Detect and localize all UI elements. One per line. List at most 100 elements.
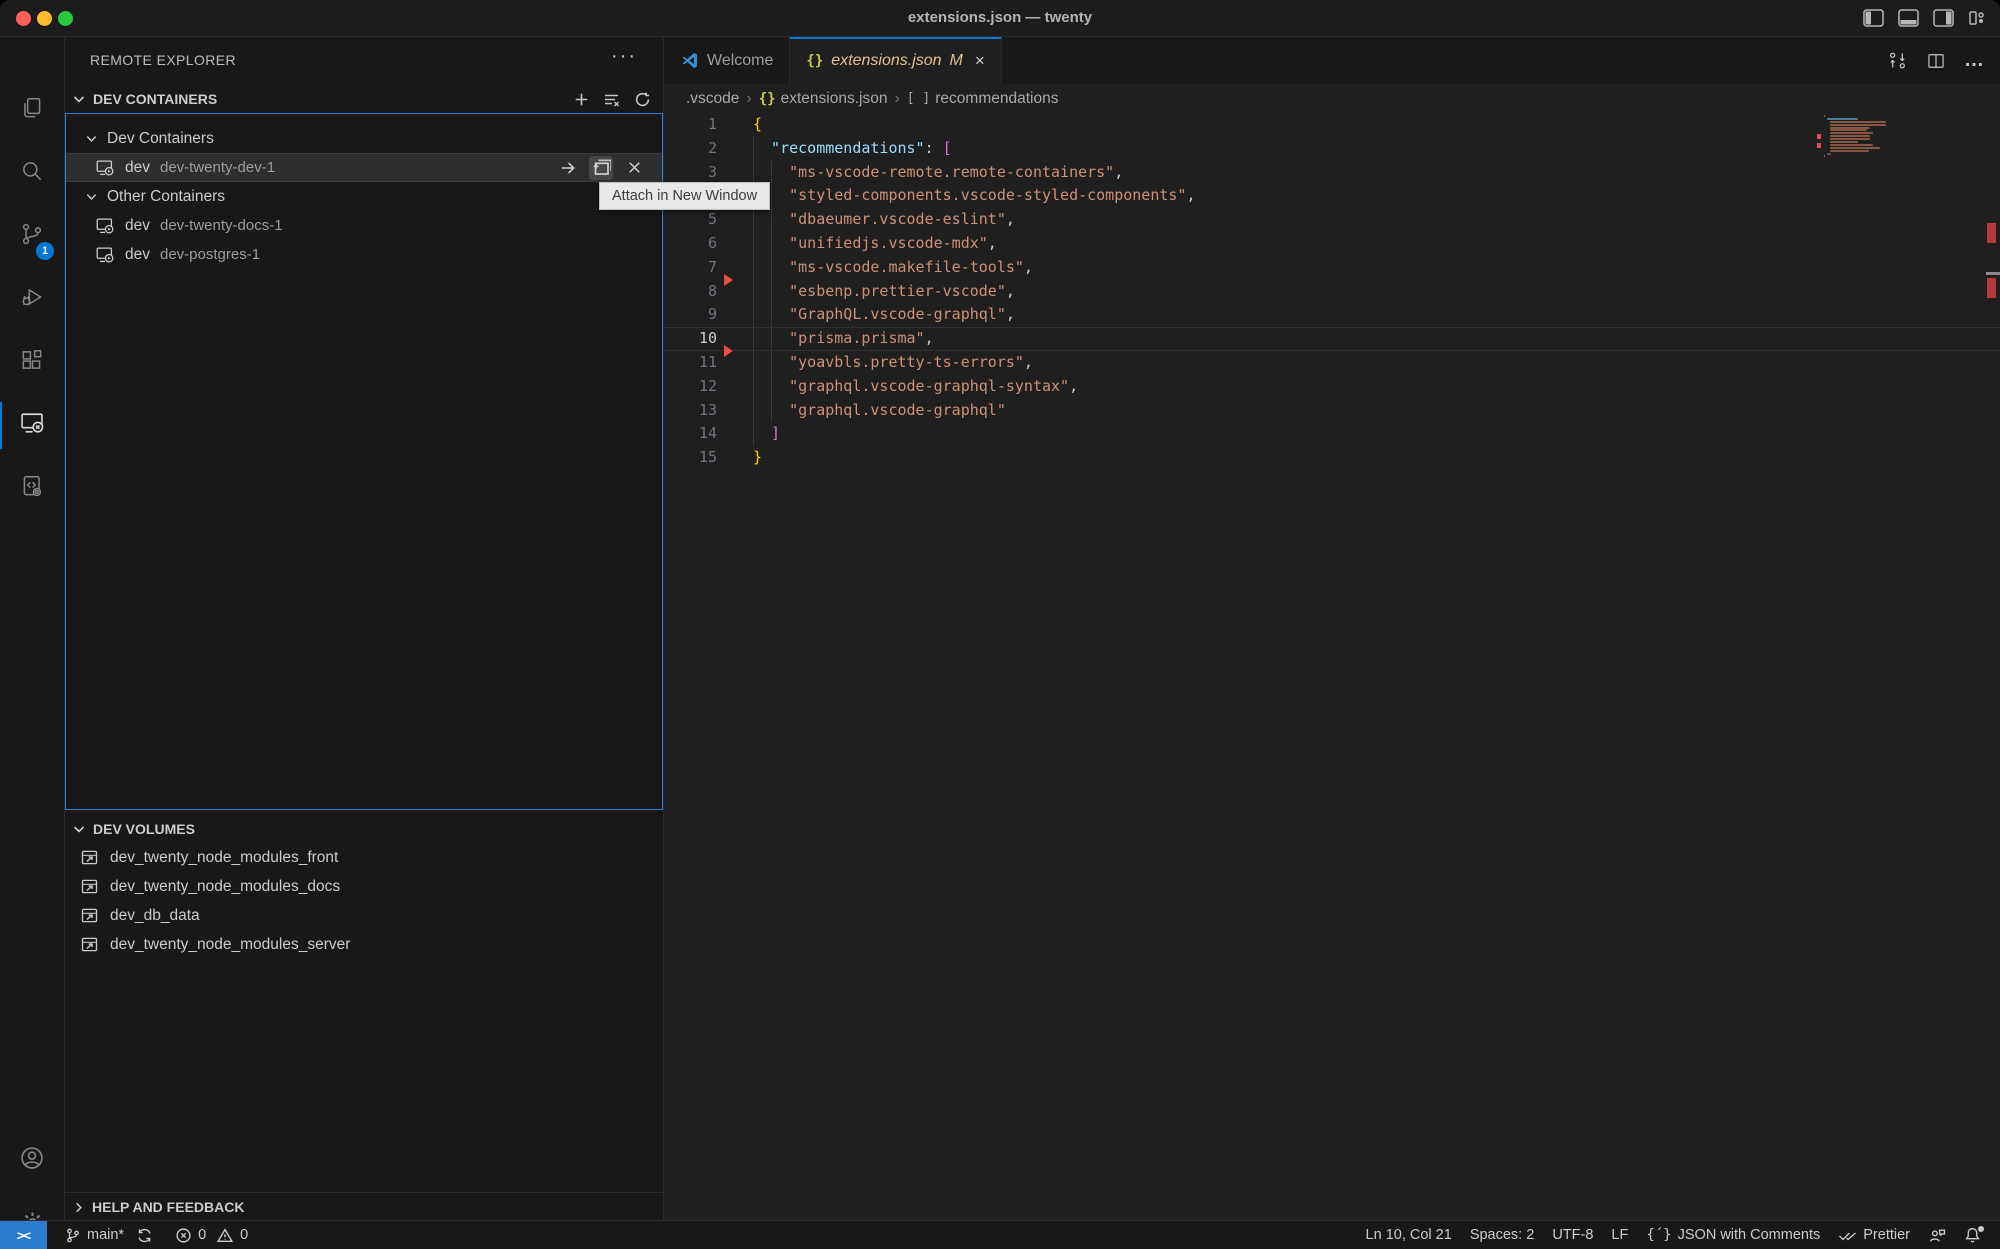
json-mode-icon: {´} bbox=[1646, 1227, 1671, 1243]
toggle-secondary-sidebar-icon[interactable] bbox=[1933, 9, 1954, 27]
line-number: 1 bbox=[664, 113, 717, 137]
container-icon bbox=[94, 244, 116, 266]
scm-changes-badge: 1 bbox=[36, 242, 54, 260]
volume-item[interactable]: dev_twenty_node_modules_docs bbox=[65, 872, 663, 901]
remote-explorer-panel: REMOTE EXPLORER ··· DEV CONTAINERS Dev C… bbox=[65, 37, 664, 1221]
container-item-dev-twenty-dev-1[interactable]: dev dev-twenty-dev-1 bbox=[66, 153, 662, 182]
chevron-right-icon bbox=[71, 1200, 86, 1215]
dev-volume-icon bbox=[79, 934, 100, 955]
code-line-11[interactable]: 11"yoavbls.pretty-ts-errors", bbox=[664, 351, 2000, 375]
toggle-panel-icon[interactable] bbox=[1898, 9, 1919, 27]
code-line-14[interactable]: 14] bbox=[664, 422, 2000, 446]
line-number: 15 bbox=[664, 446, 717, 470]
remote-explorer-icon bbox=[18, 409, 46, 442]
breadcrumb: .vscode › {} extensions.json › [ ] recom… bbox=[664, 84, 2000, 113]
split-editor-icon[interactable] bbox=[1926, 51, 1946, 71]
tree-group-other-containers[interactable]: Other Containers bbox=[66, 182, 662, 211]
dev-containers-tree: Dev Containers dev dev-twenty-dev-1 Othe… bbox=[65, 113, 663, 810]
refresh-icon[interactable] bbox=[634, 91, 651, 108]
overview-ruler[interactable] bbox=[1986, 113, 2000, 1221]
breadcrumb-folder[interactable]: .vscode bbox=[686, 90, 739, 108]
account-button[interactable] bbox=[0, 1129, 64, 1192]
sync-icon[interactable] bbox=[136, 1227, 153, 1244]
breadcrumb-symbol[interactable]: recommendations bbox=[935, 90, 1058, 108]
code-line-4[interactable]: 4"styled-components.vscode-styled-compon… bbox=[664, 184, 2000, 208]
new-container-icon[interactable] bbox=[573, 91, 590, 108]
attach-new-window-icon[interactable] bbox=[589, 156, 613, 180]
sidebar-item-remote-explorer[interactable] bbox=[0, 394, 64, 457]
sidebar-item-run-debug[interactable] bbox=[0, 268, 64, 331]
minimap[interactable] bbox=[1824, 115, 1886, 158]
notification-dot bbox=[1978, 1226, 1984, 1232]
sidebar-more-actions-icon[interactable]: ··· bbox=[611, 45, 637, 68]
customize-layout-icon[interactable] bbox=[1968, 9, 1986, 27]
sidebar-title: REMOTE EXPLORER bbox=[90, 52, 236, 68]
encoding[interactable]: UTF-8 bbox=[1543, 1221, 1602, 1249]
sidebar-item-extensions[interactable] bbox=[0, 331, 64, 394]
code-line-12[interactable]: 12"graphql.vscode-graphql-syntax", bbox=[664, 375, 2000, 399]
open-changes-icon[interactable] bbox=[1887, 50, 1908, 71]
volume-item[interactable]: dev_db_data bbox=[65, 901, 663, 930]
code-line-7[interactable]: 7"ms-vscode.makefile-tools", bbox=[664, 256, 2000, 280]
code-line-10[interactable]: 10"prisma.prisma", bbox=[664, 327, 2000, 351]
vscode-window: extensions.json — twenty 1 bbox=[0, 0, 2000, 1249]
container-running-icon bbox=[94, 157, 116, 179]
section-help-feedback[interactable]: HELP AND FEEDBACK bbox=[65, 1192, 663, 1221]
container-item-dev-twenty-docs-1[interactable]: dev dev-twenty-docs-1 bbox=[66, 211, 662, 240]
indentation[interactable]: Spaces: 2 bbox=[1461, 1221, 1544, 1249]
sidebar-item-search[interactable] bbox=[0, 142, 64, 205]
git-branch-item[interactable]: main* bbox=[56, 1221, 162, 1249]
sidebar-item-container-tools[interactable] bbox=[0, 457, 64, 520]
chevron-down-icon bbox=[84, 189, 99, 204]
code-line-8[interactable]: 8"esbenp.prettier-vscode", bbox=[664, 280, 2000, 304]
problems-item[interactable]: 0 0 bbox=[166, 1221, 257, 1249]
sidebar-item-explorer[interactable] bbox=[0, 79, 64, 142]
chevron-down-icon bbox=[71, 821, 87, 837]
overview-marker bbox=[1987, 223, 1996, 243]
section-dev-containers[interactable]: DEV CONTAINERS bbox=[65, 85, 663, 113]
eol-sequence[interactable]: LF bbox=[1602, 1221, 1637, 1249]
tooltip-attach-in-new-window: Attach in New Window bbox=[599, 182, 770, 210]
tab-welcome[interactable]: Welcome bbox=[664, 37, 790, 84]
filter-list-icon[interactable] bbox=[603, 91, 621, 108]
code-line-6[interactable]: 6"unifiedjs.vscode-mdx", bbox=[664, 232, 2000, 256]
breadcrumb-file[interactable]: extensions.json bbox=[781, 90, 888, 108]
json-file-icon: {} bbox=[806, 53, 823, 69]
editor-group: Welcome {} extensions.json M × … .vscode… bbox=[664, 37, 2000, 1221]
container-item-dev-postgres-1[interactable]: dev dev-postgres-1 bbox=[66, 240, 662, 269]
code-line-1[interactable]: 1{ bbox=[664, 113, 2000, 137]
formatter-item[interactable]: Prettier bbox=[1829, 1221, 1919, 1249]
stop-container-icon[interactable] bbox=[622, 156, 646, 180]
more-actions-icon[interactable]: … bbox=[1964, 49, 1984, 72]
files-icon bbox=[19, 95, 45, 126]
code-line-9[interactable]: 9"GraphQL.vscode-graphql", bbox=[664, 303, 2000, 327]
minimap-marker bbox=[1817, 134, 1821, 139]
language-mode[interactable]: {´} JSON with Comments bbox=[1637, 1221, 1829, 1249]
notifications-item[interactable] bbox=[1955, 1221, 1990, 1249]
attach-container-icon[interactable] bbox=[556, 156, 580, 180]
code-line-2[interactable]: 2"recommendations": [ bbox=[664, 137, 2000, 161]
code-editor[interactable]: 1{2"recommendations": [3"ms-vscode-remot… bbox=[664, 113, 2000, 1221]
volume-item[interactable]: dev_twenty_node_modules_front bbox=[65, 843, 663, 872]
line-number: 6 bbox=[664, 232, 717, 256]
minimap-content bbox=[1824, 115, 1886, 158]
sidebar-item-source-control[interactable]: 1 bbox=[0, 205, 64, 268]
volume-item[interactable]: dev_twenty_node_modules_server bbox=[65, 930, 663, 959]
section-dev-volumes[interactable]: DEV VOLUMES bbox=[65, 815, 663, 843]
cursor-position[interactable]: Ln 10, Col 21 bbox=[1357, 1221, 1461, 1249]
code-line-13[interactable]: 13"graphql.vscode-graphql" bbox=[664, 399, 2000, 423]
tab-extensions-json[interactable]: {} extensions.json M × bbox=[790, 37, 1001, 85]
code-line-5[interactable]: 5"dbaeumer.vscode-eslint", bbox=[664, 208, 2000, 232]
array-symbol-icon: [ ] bbox=[907, 91, 930, 106]
toggle-primary-sidebar-icon[interactable] bbox=[1863, 9, 1884, 27]
feedback-item[interactable] bbox=[1919, 1221, 1955, 1249]
feedback-person-icon bbox=[1928, 1227, 1946, 1244]
line-number: 12 bbox=[664, 375, 717, 399]
warnings-icon bbox=[216, 1227, 234, 1244]
code-line-3[interactable]: 3"ms-vscode-remote.remote-containers", bbox=[664, 161, 2000, 185]
container-tools-icon bbox=[19, 473, 45, 504]
code-line-15[interactable]: 15} bbox=[664, 446, 2000, 470]
close-tab-icon[interactable]: × bbox=[975, 51, 985, 71]
tree-group-dev-containers[interactable]: Dev Containers bbox=[66, 124, 662, 153]
remote-indicator[interactable]: >< bbox=[0, 1221, 47, 1249]
